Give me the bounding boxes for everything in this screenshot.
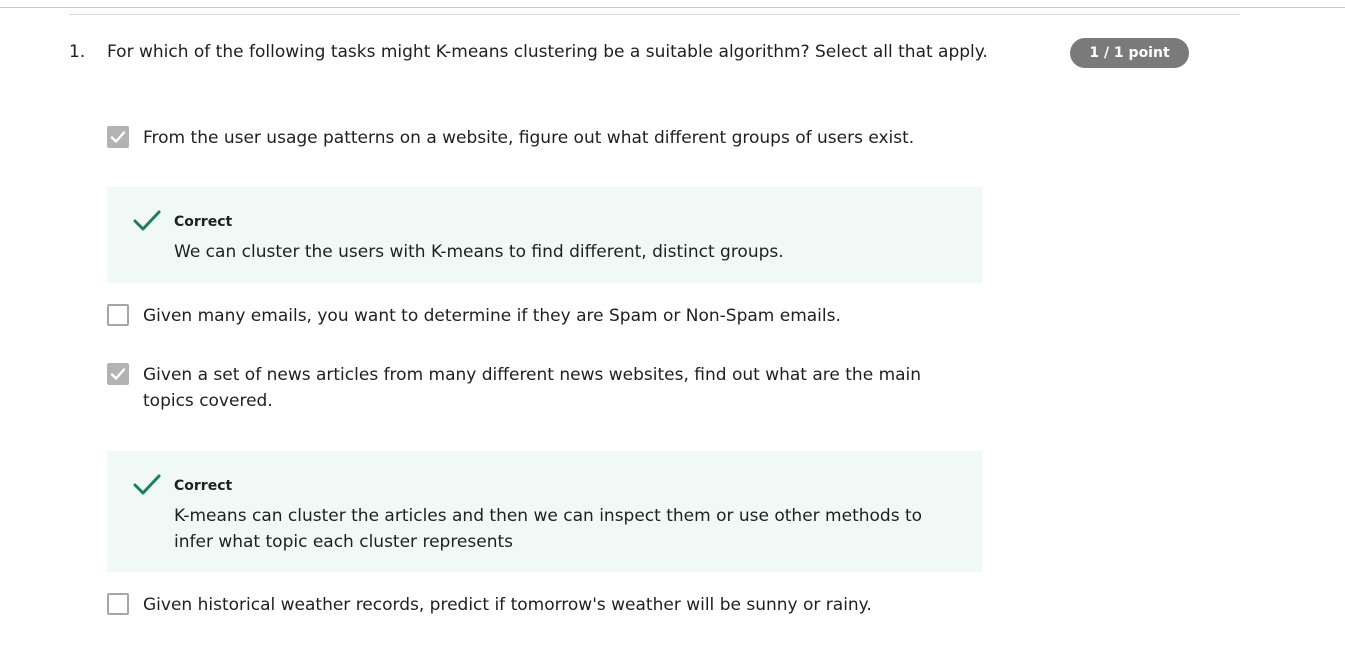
option-text: From the user usage patterns on a websit… bbox=[143, 128, 915, 148]
checkbox-checked-icon[interactable] bbox=[107, 126, 129, 148]
feedback-text: K-means can cluster the articles and the… bbox=[174, 506, 923, 552]
score-badge: 1 / 1 point bbox=[1070, 38, 1189, 68]
option-text: Given many emails, you want to determine… bbox=[143, 306, 841, 326]
option-text: Given historical weather records, predic… bbox=[143, 595, 872, 615]
feedback-panel: Correct K-means can cluster the articles… bbox=[107, 451, 982, 572]
check-mark-icon bbox=[133, 209, 161, 237]
feedback-label: Correct bbox=[174, 214, 233, 230]
checkbox-unchecked-icon[interactable] bbox=[107, 593, 129, 615]
question-divider bbox=[69, 14, 1240, 15]
option-text: Given a set of news articles from many d… bbox=[143, 365, 922, 411]
feedback-panel: Correct We can cluster the users with K-… bbox=[107, 187, 982, 283]
check-mark-icon bbox=[133, 473, 161, 501]
checkbox-checked-icon[interactable] bbox=[107, 363, 129, 385]
question-number: 1. bbox=[69, 42, 86, 62]
feedback-text: We can cluster the users with K-means to… bbox=[174, 242, 784, 262]
question-text: For which of the following tasks might K… bbox=[107, 42, 988, 62]
quiz-page: 1. For which of the following tasks migh… bbox=[0, 0, 1345, 661]
top-divider bbox=[0, 7, 1345, 8]
checkbox-unchecked-icon[interactable] bbox=[107, 304, 129, 326]
feedback-label: Correct bbox=[174, 478, 233, 494]
